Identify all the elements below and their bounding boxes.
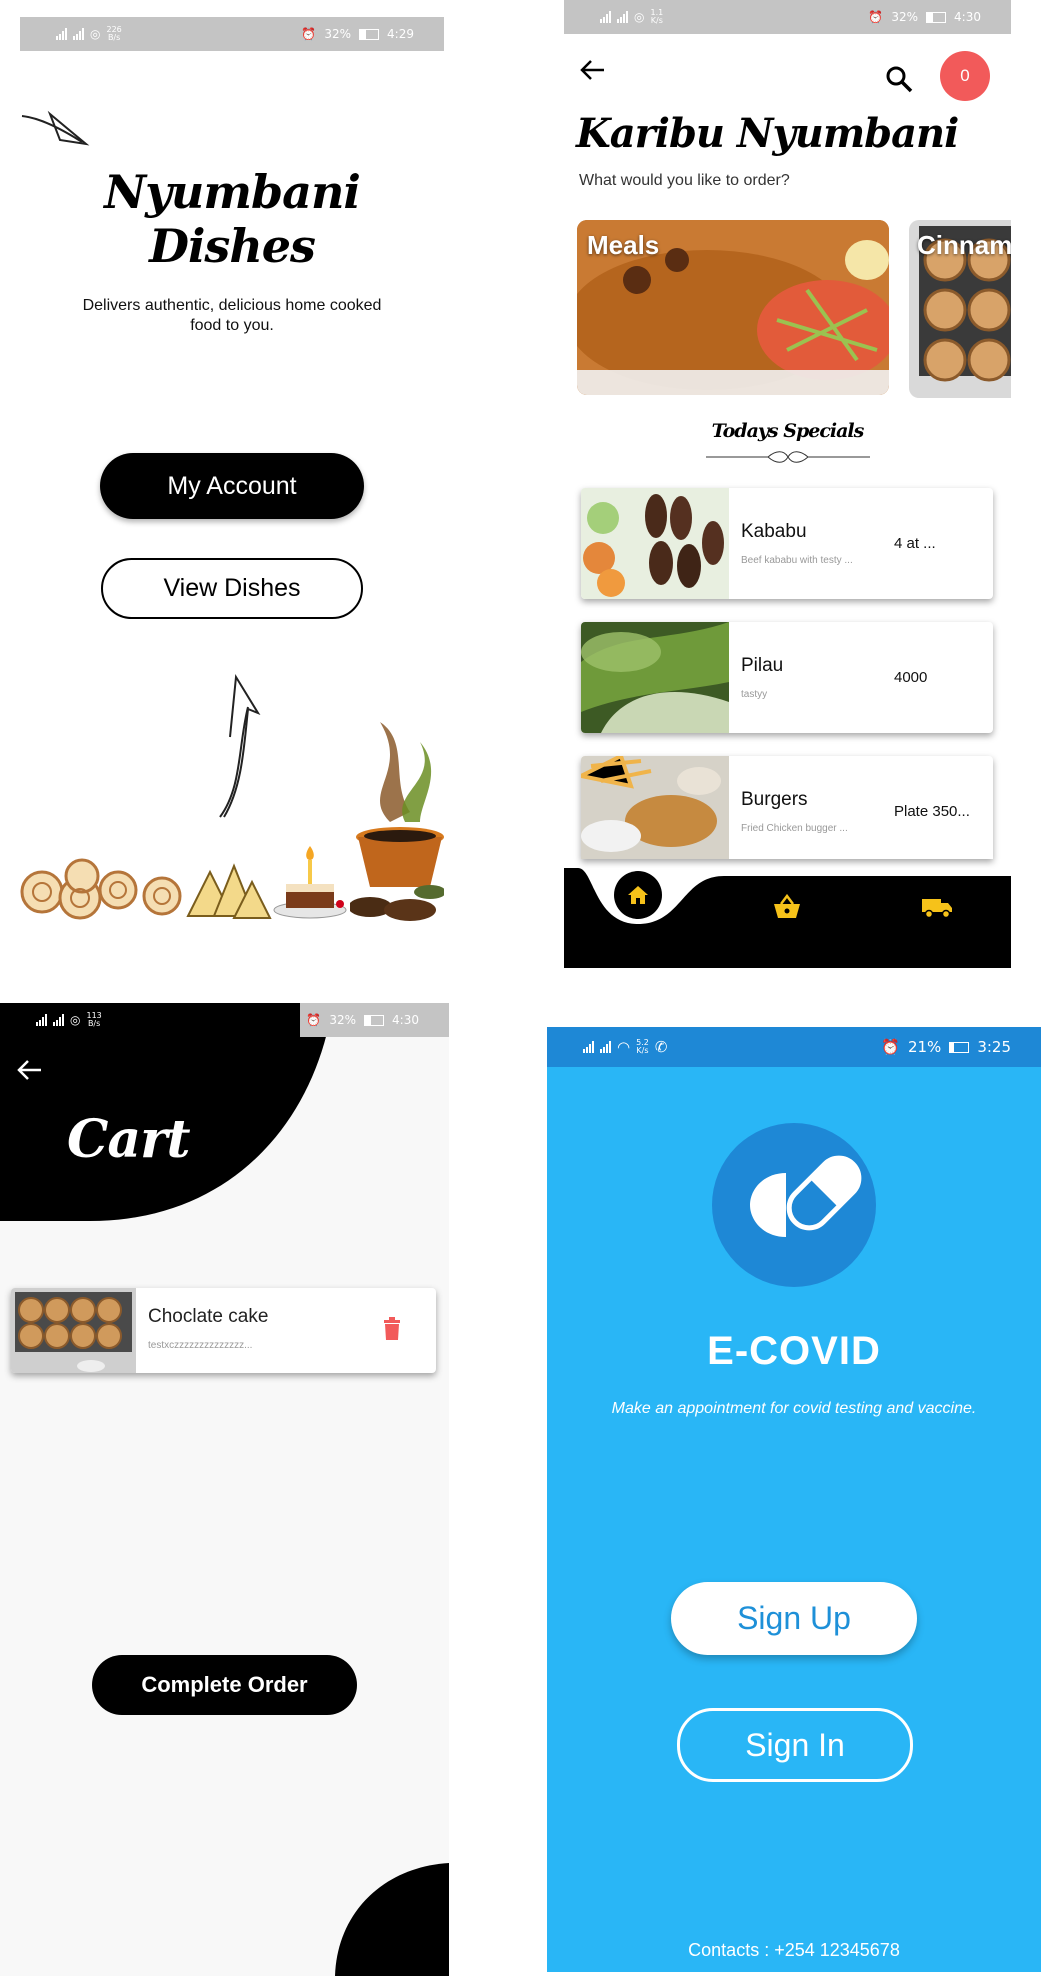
page-title: Cart bbox=[67, 1109, 190, 1170]
chocolate-cake-photo bbox=[11, 1288, 136, 1373]
cart-item-description: testxczzzzzzzzzzzzzz... bbox=[148, 1340, 253, 1351]
battery-percent: 32% bbox=[324, 27, 352, 41]
dish-card[interactable]: Kababu Beef kababu with testy ... 4 at .… bbox=[581, 488, 993, 599]
alarm-icon: ⏰ bbox=[881, 1038, 900, 1056]
battery-icon bbox=[949, 1041, 970, 1053]
battery-icon bbox=[359, 28, 380, 40]
alarm-icon: ⏰ bbox=[301, 27, 317, 41]
nyumbani-home-screen: ◎ 226 B/s ⏰ 32% 4:29 Nyumbani Dishes Del… bbox=[20, 17, 444, 932]
specials-heading: Todays Specials bbox=[711, 420, 865, 442]
cinnamon-rolls-illustration bbox=[20, 858, 182, 920]
hotspot-icon: ◎ bbox=[634, 10, 645, 24]
ecovid-screen: ◠ 5.2 K/s ✆ ⏰ 21% 3:25 E-COVID Make an a… bbox=[547, 1027, 1041, 1972]
karibu-screen: ◎ 1.1 K/s ⏰ 32% 4:30 0 Karibu Nyumbani W… bbox=[564, 0, 1011, 968]
bottom-corner-shape bbox=[335, 1863, 449, 1976]
signal-icon bbox=[56, 28, 67, 40]
up-arrow-doodle-icon bbox=[219, 673, 261, 818]
category-card-cinnamon[interactable]: Cinnam bbox=[909, 220, 1011, 398]
dish-description: tastyy bbox=[741, 689, 768, 700]
app-title: Nyumbani Dishes bbox=[104, 165, 361, 273]
page-title: Karibu Nyumbani bbox=[576, 110, 959, 157]
dish-name: Burgers bbox=[741, 789, 808, 810]
signal-icon bbox=[583, 1041, 594, 1053]
clock: 4:29 bbox=[387, 27, 414, 41]
hotspot-icon: ◎ bbox=[90, 27, 101, 41]
cart-item-card[interactable]: Choclate cake testxczzzzzzzzzzzzzz... bbox=[11, 1288, 436, 1373]
category-card-meals[interactable]: Meals bbox=[577, 220, 889, 395]
my-account-button[interactable]: My Account bbox=[100, 453, 364, 519]
pill-logo-icon bbox=[712, 1123, 876, 1287]
signal-icon bbox=[600, 11, 611, 23]
alarm-icon: ⏰ bbox=[868, 10, 884, 24]
battery-percent: 32% bbox=[329, 1013, 357, 1027]
cart-screen: ◎ 113 B/s ⏰ 32% 4:30 Cart Choclate cake … bbox=[0, 1003, 449, 1976]
dish-card[interactable]: Burgers Fried Chicken bugger ... Plate 3… bbox=[581, 756, 993, 859]
dish-description: Fried Chicken bugger ... bbox=[741, 823, 848, 834]
app-title: E-COVID bbox=[707, 1329, 881, 1373]
pilau-dish-photo bbox=[581, 622, 729, 733]
alarm-icon: ⏰ bbox=[306, 1013, 322, 1027]
hotspot-icon: ◎ bbox=[70, 1013, 81, 1027]
basket-icon[interactable] bbox=[772, 894, 802, 920]
search-icon[interactable] bbox=[884, 64, 914, 94]
network-speed: 5.2 K/s bbox=[636, 1038, 649, 1055]
dish-price: Plate 350... bbox=[894, 803, 970, 820]
burger-photo bbox=[581, 756, 729, 859]
dish-name: Kababu bbox=[741, 521, 807, 542]
clock: 4:30 bbox=[954, 10, 981, 24]
dish-description: Beef kababu with testy ... bbox=[741, 555, 853, 566]
clock: 4:30 bbox=[392, 1013, 419, 1027]
cart-item-name: Choclate cake bbox=[148, 1306, 269, 1327]
signal-icon bbox=[617, 11, 628, 23]
delete-icon[interactable] bbox=[382, 1317, 402, 1341]
coffee-pot-illustration bbox=[350, 722, 444, 921]
cart-count-badge[interactable]: 0 bbox=[940, 51, 990, 101]
signal-icon bbox=[36, 1014, 47, 1026]
arrow-doodle-icon bbox=[21, 110, 90, 146]
cake-illustration bbox=[273, 846, 347, 919]
signal-icon bbox=[73, 28, 84, 40]
tagline: Delivers authentic, delicious home cooke… bbox=[82, 297, 382, 334]
ornament-divider bbox=[706, 451, 870, 463]
wifi-icon: ◠ bbox=[617, 1038, 631, 1056]
sign-in-button[interactable]: Sign In bbox=[677, 1708, 913, 1782]
battery-percent: 32% bbox=[891, 10, 919, 24]
dish-price: 4000 bbox=[894, 669, 928, 686]
battery-icon bbox=[364, 1014, 385, 1026]
contacts-text: Contacts : +254 12345678 bbox=[688, 1940, 900, 1960]
back-arrow-icon[interactable] bbox=[17, 1058, 43, 1082]
nav-home-button[interactable] bbox=[614, 871, 662, 919]
network-speed: 113 B/s bbox=[86, 1011, 102, 1028]
tagline: Make an appointment for covid testing an… bbox=[611, 1400, 977, 1417]
status-bar: ◎ 226 B/s ⏰ 32% 4:29 bbox=[20, 17, 444, 51]
battery-icon bbox=[926, 11, 947, 23]
phone-icon: ✆ bbox=[654, 1038, 668, 1056]
home-icon bbox=[628, 886, 648, 904]
view-dishes-button[interactable]: View Dishes bbox=[101, 558, 363, 619]
dish-name: Pilau bbox=[741, 655, 784, 676]
complete-order-button[interactable]: Complete Order bbox=[92, 1655, 357, 1715]
signal-icon bbox=[53, 1014, 64, 1026]
category-label: Cinnam bbox=[917, 230, 1011, 260]
kababu-photo bbox=[581, 488, 729, 599]
network-speed: 226 B/s bbox=[106, 25, 122, 42]
category-label: Meals bbox=[587, 230, 660, 260]
dish-card[interactable]: Pilau tastyy 4000 bbox=[581, 622, 993, 733]
samosas-illustration bbox=[186, 863, 272, 919]
back-arrow-icon[interactable] bbox=[580, 58, 606, 82]
signal-icon bbox=[600, 1041, 611, 1053]
clock: 3:25 bbox=[977, 1038, 1011, 1056]
delivery-truck-icon[interactable] bbox=[921, 895, 953, 919]
dish-price: 4 at ... bbox=[894, 535, 936, 552]
status-bar: ◠ 5.2 K/s ✆ ⏰ 21% 3:25 bbox=[547, 1027, 1041, 1067]
network-speed: 1.1 K/s bbox=[650, 8, 664, 25]
battery-percent: 21% bbox=[907, 1038, 942, 1056]
status-bar: ◎ 113 B/s ⏰ 32% 4:30 bbox=[0, 1003, 449, 1037]
sign-up-button[interactable]: Sign Up bbox=[671, 1582, 917, 1655]
page-subtitle: What would you like to order? bbox=[579, 172, 790, 189]
status-bar: ◎ 1.1 K/s ⏰ 32% 4:30 bbox=[564, 0, 1011, 34]
